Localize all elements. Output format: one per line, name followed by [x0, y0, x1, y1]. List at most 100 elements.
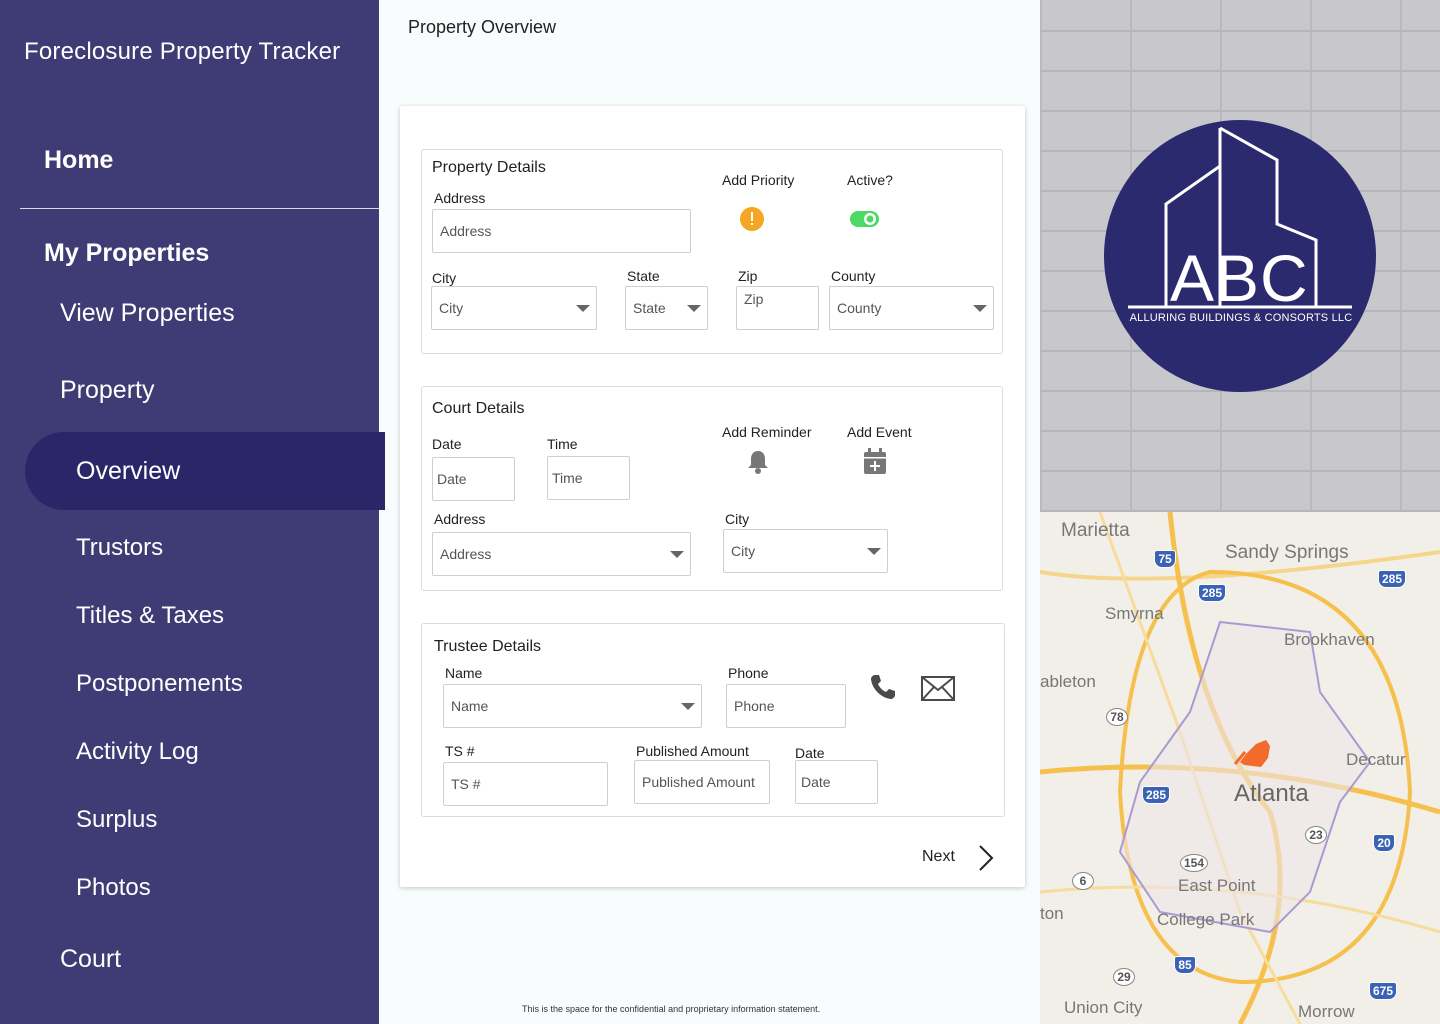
highway-shield: 85	[1174, 956, 1196, 974]
highway-shield: 29	[1113, 968, 1135, 986]
court-date-placeholder: Date	[437, 471, 467, 487]
nav-court[interactable]: Court	[60, 945, 121, 974]
county-select[interactable]: County	[829, 286, 994, 330]
map-label: Smyrna	[1105, 604, 1164, 623]
phone-icon[interactable]	[869, 673, 897, 701]
ts-label: TS #	[445, 743, 475, 759]
map-label: Union City	[1064, 998, 1143, 1017]
active-label: Active?	[847, 172, 893, 188]
trustee-phone-input[interactable]: Phone	[726, 684, 846, 728]
court-date-label: Date	[432, 436, 462, 452]
map-label: ableton	[1040, 672, 1096, 691]
highway-shield: 75	[1154, 550, 1176, 568]
trustee-name-select[interactable]: Name	[443, 684, 702, 728]
logo-letters: ABC	[1170, 241, 1309, 315]
court-time-placeholder: Time	[552, 470, 583, 486]
highway-shield: 285	[1378, 570, 1407, 588]
highway-shield: 675	[1369, 982, 1398, 1000]
trustee-date-input[interactable]: Date	[795, 760, 878, 804]
highway-shield: 20	[1373, 834, 1395, 852]
chevron-down-icon	[681, 703, 695, 710]
court-city-label: City	[725, 511, 750, 527]
nav-activity-log[interactable]: Activity Log	[76, 738, 199, 766]
state-placeholder: State	[633, 300, 666, 316]
add-priority-label: Add Priority	[722, 172, 795, 188]
chevron-down-icon	[670, 551, 684, 558]
active-toggle[interactable]	[850, 210, 880, 228]
highway-shield: 154	[1180, 854, 1209, 872]
published-amount-label: Published Amount	[636, 743, 749, 759]
map-label: Decatur	[1346, 750, 1406, 769]
priority-icon[interactable]	[740, 207, 764, 231]
court-date-input[interactable]: Date	[432, 457, 515, 501]
court-address-select[interactable]: Address	[432, 532, 691, 576]
state-label: State	[627, 268, 660, 284]
chevron-down-icon	[687, 305, 701, 312]
add-reminder-label: Add Reminder	[722, 424, 812, 440]
trustee-name-label: Name	[445, 665, 483, 681]
trustee-date-label: Date	[795, 745, 825, 761]
mail-icon[interactable]	[921, 676, 955, 701]
city-placeholder: City	[439, 300, 464, 316]
nav-surplus[interactable]: Surplus	[76, 806, 157, 834]
nav-overview[interactable]: Overview	[76, 457, 180, 486]
trustee-phone-placeholder: Phone	[734, 698, 775, 714]
nav-property[interactable]: Property	[60, 376, 154, 405]
county-placeholder: County	[837, 300, 882, 316]
map-label: Brookhaven	[1284, 630, 1375, 649]
court-address-placeholder: Address	[440, 546, 492, 562]
chevron-right-icon[interactable]	[978, 844, 994, 872]
logo-tagline: ALLURING BUILDINGS & CONSORTS LLC	[1129, 312, 1353, 324]
nav-postponements[interactable]: Postponements	[76, 670, 243, 698]
map-label: Morrow	[1298, 1002, 1355, 1021]
chevron-down-icon	[867, 548, 881, 555]
footer-statement: This is the space for the confidential a…	[522, 1004, 821, 1014]
zip-placeholder: Zip	[744, 291, 764, 307]
ts-input[interactable]: TS #	[443, 762, 608, 806]
nav-view-properties[interactable]: View Properties	[60, 299, 235, 328]
court-address-label: Address	[434, 511, 486, 527]
court-city-select[interactable]: City	[723, 529, 888, 573]
zip-label: Zip	[738, 268, 758, 284]
nav-trustors[interactable]: Trustors	[76, 534, 163, 562]
map-label: Atlanta	[1234, 780, 1309, 807]
court-city-placeholder: City	[731, 543, 756, 559]
court-time-input[interactable]: Time	[547, 456, 630, 500]
highway-shield: 78	[1106, 708, 1128, 726]
court-details-title: Court Details	[432, 400, 525, 417]
trustee-details-title: Trustee Details	[434, 638, 541, 655]
nav-home[interactable]: Home	[44, 146, 113, 175]
city-select[interactable]: City	[431, 286, 597, 330]
highway-shield: 285	[1142, 786, 1171, 804]
published-amount-placeholder: Published Amount	[642, 774, 755, 790]
next-button[interactable]: Next	[922, 848, 955, 866]
nav-my-properties[interactable]: My Properties	[44, 239, 209, 268]
state-select[interactable]: State	[625, 286, 708, 330]
sidebar: Foreclosure Property Tracker Home My Pro…	[0, 0, 385, 1024]
nav-photos[interactable]: Photos	[76, 874, 151, 902]
nav-titles-taxes[interactable]: Titles & Taxes	[76, 602, 224, 630]
page-title: Property Overview	[408, 17, 557, 37]
county-label: County	[831, 268, 876, 284]
map-label: ton	[1040, 904, 1064, 923]
trustee-phone-label: Phone	[728, 665, 769, 681]
address-input[interactable]: Address	[432, 209, 691, 253]
chevron-down-icon	[973, 305, 987, 312]
map-label: Marietta	[1061, 520, 1130, 541]
highway-shield: 6	[1072, 872, 1094, 890]
zip-input[interactable]: Zip	[736, 286, 819, 330]
published-amount-input[interactable]: Published Amount	[634, 760, 770, 804]
calendar-add-icon[interactable]	[863, 448, 887, 475]
address-label: Address	[434, 190, 486, 206]
map-label: East Point	[1178, 876, 1256, 895]
add-event-label: Add Event	[847, 424, 912, 440]
chevron-down-icon	[576, 305, 590, 312]
court-time-label: Time	[547, 436, 578, 452]
bell-icon[interactable]	[746, 449, 770, 475]
nav-divider	[20, 208, 379, 209]
property-details-title: Property Details	[432, 159, 546, 176]
trustee-date-placeholder: Date	[801, 774, 831, 790]
map-panel[interactable]: Marietta Sandy Springs Smyrna Brookhaven…	[1040, 512, 1440, 1024]
highway-shield: 23	[1305, 826, 1327, 844]
ts-placeholder: TS #	[451, 776, 481, 792]
